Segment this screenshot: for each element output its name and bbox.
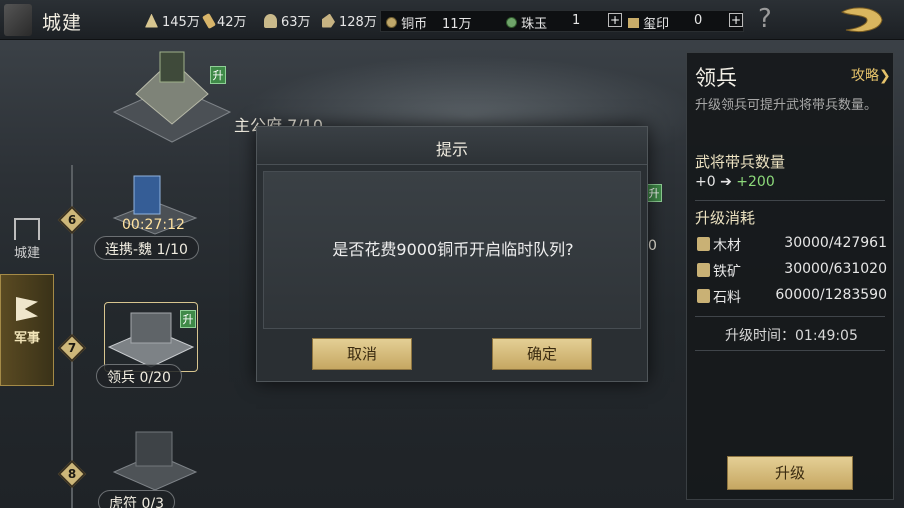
arrow-right-icon: ➔	[720, 174, 732, 190]
cancel-button[interactable]: 取消	[312, 338, 412, 370]
copper-value: 11万	[442, 17, 472, 32]
city-gate-icon	[14, 218, 40, 240]
add-seal-button[interactable]: +	[729, 13, 743, 27]
cost-value: 60000/1283590	[775, 287, 887, 303]
upgrade-time: 升级时间：01:49:05	[725, 328, 858, 344]
currency-box	[380, 10, 744, 32]
upgrade-button[interactable]: 升级	[727, 456, 853, 490]
confirm-button[interactable]: 确定	[492, 338, 592, 370]
alliance-label[interactable]: 连携-魏 1/10	[94, 236, 199, 260]
cost-value: 30000/631020	[784, 261, 887, 277]
resource-iron: 63万	[264, 11, 311, 30]
jade-currency: 珠玉	[506, 13, 547, 32]
iron-icon	[264, 13, 277, 28]
wood-value: 42万	[217, 15, 247, 30]
tab-military-label: 军事	[13, 331, 40, 346]
resource-stone: 128万	[322, 11, 377, 30]
help-icon[interactable]: ?	[758, 4, 772, 34]
iron-value: 63万	[281, 15, 311, 30]
barracks-level: 0/20	[139, 370, 171, 386]
top-bar: 城建 145万 42万 63万 128万 铜币 11万 珠玉 1 + 玺印 0 …	[0, 0, 904, 40]
divider	[695, 316, 885, 317]
tiger-tally-art	[112, 431, 198, 491]
resource-wood: 42万	[202, 11, 247, 30]
war-flag-icon	[16, 297, 38, 321]
confirm-dialog: 提示 是否花费9000铜币开启临时队列? 取消 确定	[256, 126, 648, 382]
alliance-name: 连携-魏	[105, 242, 153, 258]
chevron-right-icon: ❯	[879, 68, 891, 84]
troops-from: +0	[695, 174, 716, 190]
panel-title: 领兵	[695, 66, 737, 90]
tab-city-build-label: 城建	[13, 246, 40, 261]
iron-icon	[697, 263, 710, 277]
tiger-tally-building[interactable]	[112, 428, 198, 492]
stone-value: 128万	[339, 15, 377, 30]
add-jade-button[interactable]: +	[608, 13, 622, 27]
wheat-value: 145万	[162, 15, 200, 30]
stone-icon	[322, 13, 335, 28]
dialog-header: 提示	[257, 127, 647, 165]
jade-value: 1	[572, 13, 581, 28]
seal-icon	[628, 18, 639, 28]
hidden-building-upgrade-badge[interactable]: 升	[646, 184, 662, 202]
cost-row-stone: 石料 60000/1283590	[695, 287, 887, 307]
troops-to: +200	[736, 174, 775, 190]
jade-label: 珠玉	[521, 17, 548, 32]
alliance-level: 1/10	[156, 242, 188, 258]
strategy-link[interactable]: 攻略❯	[851, 65, 891, 85]
tab-military[interactable]: 军事	[0, 274, 54, 386]
page-title: 城建	[42, 12, 83, 34]
dragon-emblem-art	[840, 7, 883, 33]
panel-description: 升级领兵可提升武将带兵数量。	[695, 98, 878, 113]
info-panel: 领兵 攻略❯ 升级领兵可提升武将带兵数量。 武将带兵数量 +0 ➔ +200 升…	[686, 52, 894, 500]
strategy-label: 攻略	[851, 68, 879, 84]
left-tab-bar: 城建 军事	[0, 206, 54, 386]
wheat-icon	[145, 13, 158, 28]
divider	[695, 200, 885, 201]
troops-value: +0 ➔ +200	[695, 174, 775, 190]
barracks-name: 领兵	[107, 370, 135, 386]
alliance-timer: 00:27:12	[122, 217, 185, 233]
seal-label: 玺印	[643, 17, 670, 32]
dialog-message: 是否花费9000铜币开启临时队列?	[332, 240, 574, 259]
cost-name: 石料	[713, 290, 741, 306]
tiger-tally-label[interactable]: 虎符 0/3	[98, 490, 175, 508]
hidden-building-level: 0	[648, 238, 657, 254]
cost-section-title: 升级消耗	[695, 209, 756, 227]
tab-city-build[interactable]: 城建	[0, 214, 54, 274]
tiger-tally-level: 0/3	[141, 496, 164, 508]
tiger-tally-name: 虎符	[109, 496, 137, 508]
barracks-upgrade-badge[interactable]: 升	[180, 310, 196, 328]
stone-icon	[697, 289, 710, 303]
back-button[interactable]	[4, 4, 32, 36]
seal-currency: 玺印	[628, 13, 669, 32]
main-hall-upgrade-badge[interactable]: 升	[210, 66, 226, 84]
copper-currency: 铜币	[386, 13, 427, 32]
wood-icon	[697, 237, 710, 251]
cost-row-iron: 铁矿 30000/631020	[695, 261, 887, 281]
cost-value: 30000/427961	[784, 235, 887, 251]
main-hall-building[interactable]	[112, 46, 232, 146]
troops-section-title: 武将带兵数量	[695, 153, 786, 171]
dialog-title: 提示	[435, 140, 468, 159]
seal-value: 0	[694, 13, 703, 28]
dialog-body: 是否花费9000铜币开启临时队列?	[263, 171, 641, 329]
wood-icon	[202, 12, 216, 29]
divider	[695, 350, 885, 351]
barracks-label[interactable]: 领兵 0/20	[96, 364, 182, 388]
cost-name: 铁矿	[713, 264, 741, 280]
resource-wheat: 145万	[145, 11, 200, 30]
main-hall-art	[112, 51, 232, 143]
cost-row-wood: 木材 30000/427961	[695, 235, 887, 255]
jade-icon	[506, 17, 517, 28]
cost-name: 木材	[713, 238, 741, 254]
copper-label: 铜币	[401, 17, 428, 32]
dragon-menu-icon[interactable]	[836, 4, 888, 36]
copper-coin-icon	[386, 17, 397, 28]
